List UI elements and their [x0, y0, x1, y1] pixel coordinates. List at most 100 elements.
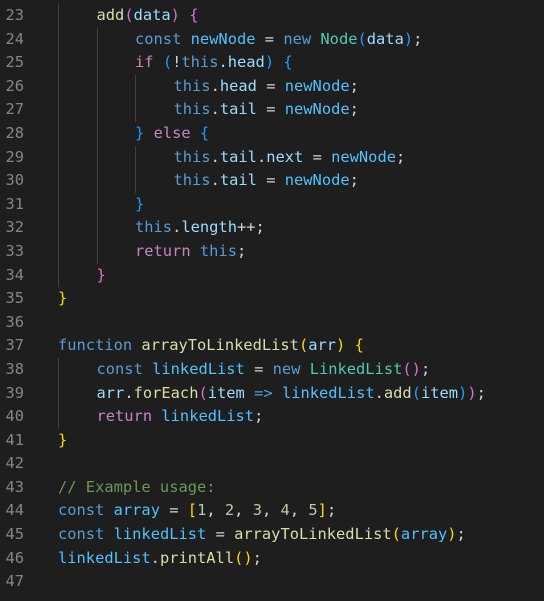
code-token: ;: [349, 76, 359, 95]
code-token: .: [210, 76, 220, 95]
code-text[interactable]: if (!this.head) {: [135, 51, 293, 75]
code-token: (: [402, 359, 412, 378]
code-line[interactable]: 26 this.head = newNode;: [0, 74, 544, 99]
code-text[interactable]: return linkedList;: [97, 405, 264, 429]
code-line[interactable]: 34}: [0, 263, 544, 288]
code-token: .: [256, 147, 267, 166]
code-token: linkedList: [281, 383, 375, 402]
code-line[interactable]: 28 } else {: [0, 121, 544, 146]
indent-guide: [135, 145, 136, 170]
line-number: 25: [5, 53, 24, 72]
code-text[interactable]: const newNode = new Node(data);: [135, 28, 422, 52]
indent-guide: [58, 381, 59, 406]
code-line[interactable]: 46 linkedList.printAll();: [0, 547, 544, 571]
code-line[interactable]: 37 function arrayToLinkedList(arr) {: [0, 334, 544, 358]
code-token: const: [96, 359, 143, 378]
code-text[interactable]: const linkedList = new LinkedList();: [97, 358, 431, 382]
code-line[interactable]: 25 if (!this.head) {: [0, 51, 544, 75]
code-token: ): [458, 383, 468, 402]
code-token: this: [173, 171, 211, 190]
code-line[interactable]: 35}: [0, 287, 544, 311]
code-line[interactable]: 29 this.tail.next = newNode;: [0, 145, 544, 170]
code-line[interactable]: 24 const newNode = new Node(data);: [0, 27, 544, 52]
code-text[interactable]: this.length++;: [135, 216, 265, 240]
code-token: }: [135, 123, 145, 142]
code-token: ;: [456, 525, 466, 544]
code-token: ): [264, 53, 275, 72]
code-text[interactable]: // Example usage:: [58, 476, 216, 500]
code-token: =>: [254, 383, 273, 402]
code-token: else: [153, 123, 191, 142]
indent-guide: [96, 74, 98, 99]
code-text[interactable]: const array = [1, 2, 3, 4, 5];: [58, 499, 336, 523]
code-text[interactable]: linkedList.printAll();: [58, 547, 262, 571]
code-line[interactable]: 38 const linkedList = new LinkedList();: [0, 357, 544, 382]
code-line[interactable]: 31}: [0, 192, 544, 217]
code-line[interactable]: 40 return linkedList;: [0, 405, 544, 429]
code-line[interactable]: 42: [0, 452, 544, 476]
code-line[interactable]: 47: [0, 570, 544, 594]
code-token: ;: [236, 241, 247, 260]
code-token: head: [227, 53, 265, 72]
code-line[interactable]: 23 add(data) {: [0, 4, 544, 28]
code-editor[interactable]: 23 add(data) {24 const newNode = new Node(…: [0, 4, 544, 601]
line-number: 26: [5, 76, 24, 95]
code-token: ;: [413, 29, 423, 48]
code-token: {: [283, 53, 293, 72]
code-line[interactable]: 36: [0, 311, 544, 335]
code-line[interactable]: 32 this.length++;: [0, 216, 544, 240]
code-token: tail: [219, 100, 257, 119]
code-token: }: [58, 430, 68, 449]
line-number: 43: [5, 477, 24, 496]
code-line[interactable]: 44 const array = [1, 2, 3, 4, 5];: [0, 499, 544, 523]
code-token: (: [162, 53, 173, 72]
code-text[interactable]: this.tail.next = newNode;: [174, 146, 406, 170]
code-token: add: [383, 383, 412, 402]
code-token: =: [159, 501, 188, 520]
code-token: ]: [317, 501, 327, 520]
code-text[interactable]: }: [58, 287, 67, 311]
code-line[interactable]: 30 this.tail = newNode;: [0, 169, 544, 193]
code-text[interactable]: add(data) {: [97, 4, 199, 28]
code-text[interactable]: }: [58, 429, 67, 453]
code-text[interactable]: } else {: [135, 122, 209, 146]
code-token: linkedList: [152, 359, 245, 378]
code-token: .: [218, 53, 228, 72]
code-token: item: [207, 383, 245, 402]
code-text[interactable]: arr.forEach(item => linkedList.add(item)…: [97, 382, 486, 406]
code-token: this: [181, 53, 219, 72]
code-line[interactable]: 33 return this;: [0, 239, 544, 264]
code-line[interactable]: 45 const linkedList = arrayToLinkedList(a…: [0, 523, 544, 547]
indent-guide: [96, 239, 98, 264]
code-line[interactable]: 43 // Example usage:: [0, 476, 544, 500]
code-line[interactable]: 39 arr.forEach(item => linkedList.add(ite…: [0, 381, 544, 406]
code-token: arrayToLinkedList: [141, 336, 299, 355]
code-token: ,: [262, 501, 281, 520]
code-token: ): [403, 29, 414, 48]
code-token: const: [58, 501, 105, 520]
code-token: =: [244, 359, 273, 378]
line-number: 28: [5, 123, 24, 142]
code-line[interactable]: 27 this.tail = newNode;: [0, 98, 544, 122]
code-token: =: [303, 147, 332, 166]
code-text[interactable]: this.tail = newNode;: [174, 169, 359, 193]
indent-guide: [58, 27, 59, 52]
code-text[interactable]: }: [97, 264, 106, 288]
code-text[interactable]: this.tail = newNode;: [174, 98, 359, 122]
code-token: ): [243, 548, 253, 567]
code-token: {: [189, 6, 199, 24]
code-text[interactable]: return this;: [135, 240, 246, 264]
code-line[interactable]: 41}: [0, 429, 544, 453]
code-text[interactable]: this.head = newNode;: [174, 75, 359, 99]
code-text[interactable]: const linkedList = arrayToLinkedList(arr…: [58, 523, 466, 547]
line-number: 24: [5, 29, 24, 48]
line-number: 41: [5, 430, 24, 449]
code-text[interactable]: function arrayToLinkedList(arr) {: [58, 334, 364, 358]
code-text[interactable]: }: [135, 193, 144, 217]
